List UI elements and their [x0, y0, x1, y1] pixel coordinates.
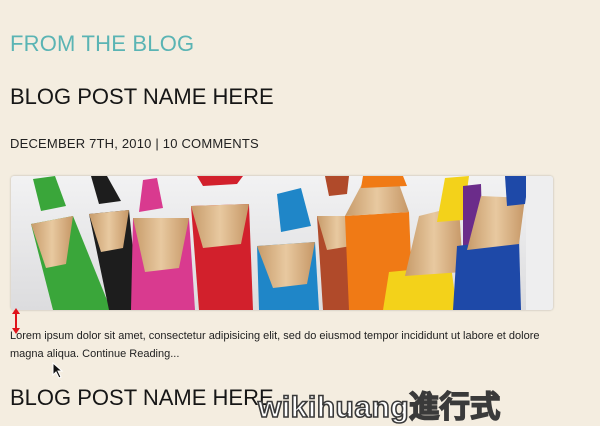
post-featured-image[interactable]	[11, 176, 553, 310]
post-title[interactable]: BLOG POST NAME HERE	[10, 84, 274, 110]
continue-reading-link[interactable]: Continue Reading...	[82, 348, 179, 360]
section-title: FROM THE BLOG	[10, 31, 195, 56]
post-excerpt: Lorem ipsum dolor sit amet, consectetur …	[10, 327, 555, 363]
watermark-text: wikihuang進行式	[257, 390, 501, 425]
colored-pencils-image	[11, 176, 553, 310]
post-title[interactable]: BLOG POST NAME HERE	[10, 385, 274, 411]
post-meta: DECEMBER 7TH, 2010 | 10 COMMENTS	[10, 136, 259, 151]
mouse-pointer-icon	[52, 362, 64, 379]
blog-page: FROM THE BLOG BLOG POST NAME HERE DECEMB…	[0, 0, 600, 426]
